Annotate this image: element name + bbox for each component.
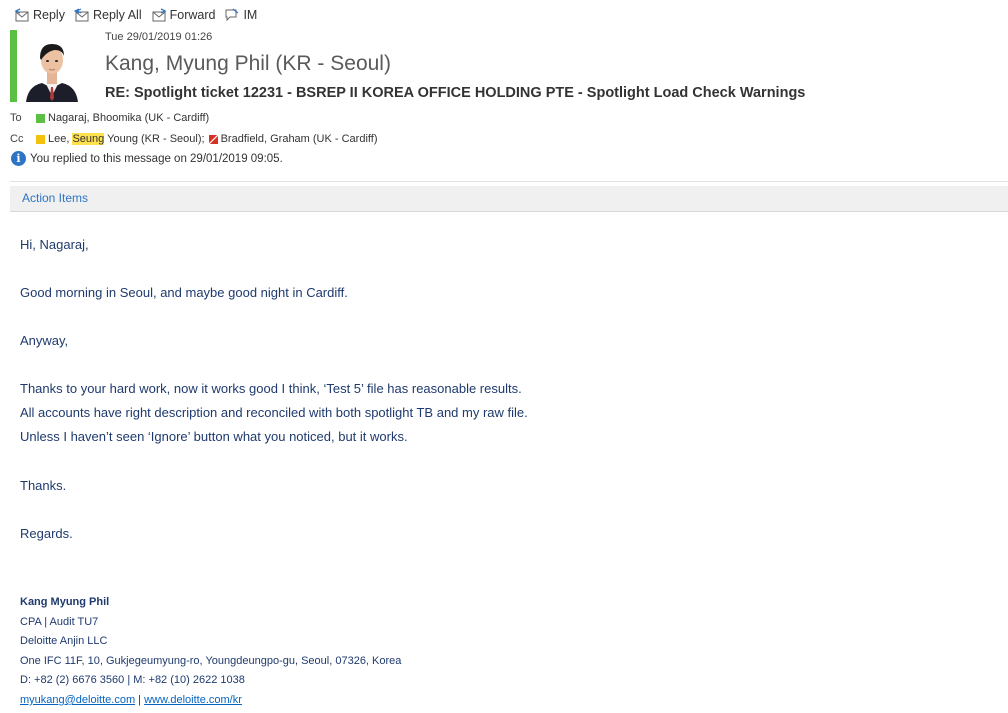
to-label: To bbox=[10, 112, 22, 124]
recipient-cc-1[interactable]: Lee, Seung Young (KR - Seoul); bbox=[48, 133, 205, 145]
action-items-bar: Action Items bbox=[10, 186, 1008, 212]
im-label: IM bbox=[243, 8, 258, 22]
message-toolbar: Reply Reply All Forward IM bbox=[14, 6, 266, 24]
header-divider bbox=[10, 181, 1008, 182]
email-link[interactable]: myukang@deloitte.com bbox=[20, 694, 135, 706]
signature-title: CPA | Audit TU7 bbox=[20, 616, 99, 628]
sent-date: Tue 29/01/2019 01:26 bbox=[105, 31, 213, 43]
signature-links: myukang@deloitte.com | www.deloitte.com/… bbox=[20, 694, 242, 706]
action-items-link[interactable]: Action Items bbox=[22, 191, 88, 205]
body-line: Thanks. bbox=[20, 478, 67, 493]
website-link[interactable]: www.deloitte.com/kr bbox=[144, 694, 242, 706]
body-line: Regards. bbox=[20, 526, 73, 541]
signature-address: One IFC 11F, 10, Gukjegeumyung-ro, Young… bbox=[20, 655, 402, 667]
body-line: Good morning in Seoul, and maybe good ni… bbox=[20, 285, 348, 300]
signature-company: Deloitte Anjin LLC bbox=[20, 635, 108, 647]
subject-line: RE: Spotlight ticket 12231 - BSREP II KO… bbox=[105, 85, 806, 101]
body-line: Anyway, bbox=[20, 333, 69, 348]
presence-busy-icon bbox=[208, 134, 218, 144]
recipient-cc-1-rest: Young (KR - Seoul); bbox=[104, 133, 205, 145]
link-separator: | bbox=[138, 694, 142, 706]
signature-name: Kang Myung Phil bbox=[20, 596, 110, 608]
reply-button[interactable]: Reply bbox=[14, 8, 65, 22]
im-button[interactable]: IM bbox=[224, 8, 257, 22]
recipient-cc-1-highlight: Seung bbox=[72, 133, 105, 145]
sender-name[interactable]: Kang, Myung Phil (KR - Seoul) bbox=[105, 52, 391, 76]
cc-recipients: Lee, Seung Young (KR - Seoul); Bradfield… bbox=[36, 133, 377, 145]
to-recipients: Nagaraj, Bhoomika (UK - Cardiff) bbox=[36, 112, 209, 124]
recipient-cc-2[interactable]: Bradfield, Graham (UK - Cardiff) bbox=[221, 133, 378, 145]
body-line: Hi, Nagaraj, bbox=[20, 237, 89, 252]
forward-button[interactable]: Forward bbox=[151, 8, 216, 22]
info-text: You replied to this message on 29/01/201… bbox=[30, 152, 283, 165]
signature-phones: D: +82 (2) 6676 3560 | M: +82 (10) 2622 … bbox=[20, 674, 245, 686]
reply-all-button[interactable]: Reply All bbox=[73, 8, 142, 22]
recipient-cc-1-part: Lee, bbox=[48, 133, 73, 145]
recipient-to-1[interactable]: Nagaraj, Bhoomika (UK - Cardiff) bbox=[48, 112, 209, 124]
info-bar: i You replied to this message on 29/01/2… bbox=[11, 151, 283, 166]
forward-icon bbox=[152, 8, 167, 22]
body-line: All accounts have right description and … bbox=[20, 405, 528, 420]
cc-label: Cc bbox=[10, 133, 24, 145]
im-icon bbox=[225, 8, 239, 22]
reply-all-label: Reply All bbox=[92, 8, 142, 22]
body-line: Unless I haven’t seen ‘Ignore’ button wh… bbox=[20, 429, 408, 444]
presence-away-icon bbox=[36, 134, 45, 144]
presence-bar bbox=[10, 30, 17, 102]
sender-avatar[interactable] bbox=[22, 36, 82, 102]
reply-label: Reply bbox=[33, 8, 65, 22]
info-icon: i bbox=[11, 151, 26, 166]
reply-icon bbox=[14, 8, 29, 22]
forward-label: Forward bbox=[169, 8, 216, 22]
body-line: Thanks to your hard work, now it works g… bbox=[20, 381, 522, 396]
presence-available-icon bbox=[36, 113, 45, 123]
reply-all-icon bbox=[73, 8, 89, 22]
